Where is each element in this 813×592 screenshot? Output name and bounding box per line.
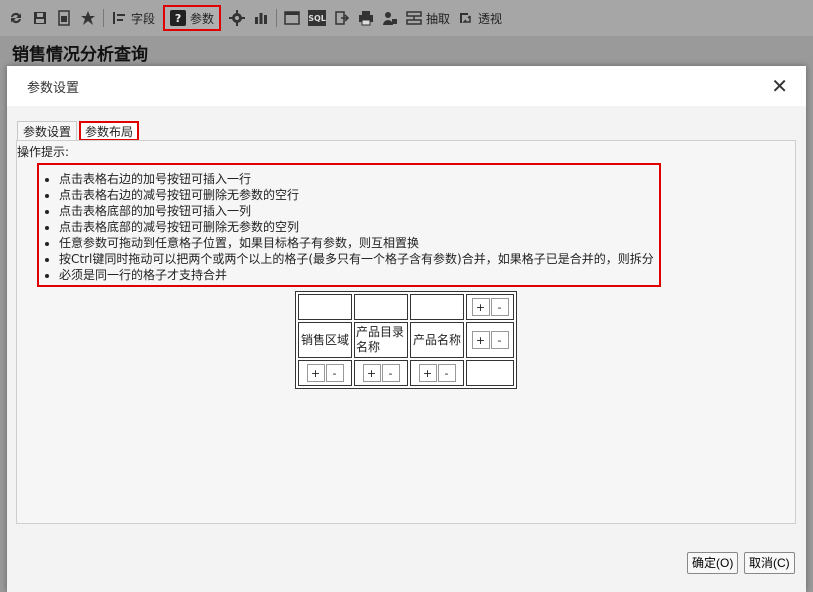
pivot-label: 透视: [478, 11, 503, 26]
row-controls: + -: [466, 294, 514, 320]
parameter-label: 参数: [190, 11, 215, 26]
save-button[interactable]: [28, 6, 52, 30]
grid-cell-product-name[interactable]: 产品名称: [410, 322, 464, 358]
parameter-icon: ?: [170, 10, 187, 26]
grid-corner-cell: [466, 360, 514, 386]
favorite-star-icon: [80, 10, 96, 26]
hint-item: 任意参数可拖动到任意格子位置，如果目标格子有参数，则互相置换: [59, 235, 659, 251]
chart-button[interactable]: [249, 6, 273, 30]
report-icon: [284, 10, 300, 26]
cancel-button[interactable]: 取消(C): [744, 552, 795, 574]
param-product-catalog: 产品目录名称: [356, 325, 405, 354]
hint-item: 点击表格右边的加号按钮可插入一行: [59, 171, 659, 187]
toolbar-separator: [103, 9, 104, 27]
dialog-header: 参数设置 ✕: [7, 66, 806, 106]
layout-panel: 操作提示: 点击表格右边的加号按钮可插入一行 点击表格右边的减号按钮可删除无参数…: [16, 140, 796, 524]
close-icon[interactable]: ✕: [771, 76, 788, 96]
hint-item: 点击表格底部的减号按钮可删除无参数的空列: [59, 219, 659, 235]
user-permission-icon: [382, 10, 398, 26]
favorite-button[interactable]: [76, 6, 100, 30]
pivot-button[interactable]: 透视: [454, 6, 506, 30]
settings-gear-icon: [229, 10, 246, 26]
toolbar-separator: [276, 9, 278, 27]
dialog-title: 参数设置: [27, 80, 80, 96]
delete-column-button[interactable]: -: [437, 364, 456, 382]
hint-item: 按Ctrl键同时拖动可以把两个或两个以上的格子(最多只有一个格子含有参数)合并，…: [59, 251, 659, 267]
grid-cell-product-catalog[interactable]: 产品目录名称: [354, 322, 408, 358]
fields-icon: [111, 10, 127, 26]
grid-cell-sales-region[interactable]: 销售区域: [298, 322, 352, 358]
hint-item: 点击表格底部的加号按钮可插入一列: [59, 203, 659, 219]
param-sales-region: 销售区域: [300, 332, 349, 347]
grid-cell-empty[interactable]: [410, 294, 464, 320]
save-as-button[interactable]: [52, 6, 76, 30]
layout-grid: + - 销售区域 产品目录名称 产品名称 + - + - + - + -: [295, 291, 517, 389]
hint-label: 操作提示:: [17, 145, 70, 159]
bar-chart-icon: [253, 10, 269, 26]
fields-label: 字段: [131, 11, 156, 26]
user-permission-button[interactable]: [378, 6, 402, 30]
main-toolbar: 字段 ? 参数 SQL 抽取 透视: [0, 0, 813, 36]
grid-cell-empty[interactable]: [298, 294, 352, 320]
column-controls: + -: [354, 360, 408, 386]
column-controls: + -: [410, 360, 464, 386]
param-product-name: 产品名称: [412, 332, 461, 347]
row-controls: + -: [466, 322, 514, 358]
column-controls: + -: [298, 360, 352, 386]
export-icon: [334, 10, 350, 26]
delete-row-button[interactable]: -: [490, 298, 509, 316]
save-as-icon: [56, 10, 72, 26]
page-title: 销售情况分析查询: [12, 45, 148, 65]
grid-cell-empty[interactable]: [354, 294, 408, 320]
dialog-tabs: 参数设置 参数布局: [17, 121, 141, 141]
extract-label: 抽取: [426, 11, 451, 26]
refresh-button[interactable]: [4, 6, 28, 30]
ok-button[interactable]: 确定(O): [687, 552, 739, 574]
sql-icon: SQL: [308, 10, 327, 26]
insert-column-button[interactable]: +: [306, 364, 325, 382]
parameter-button[interactable]: ? 参数: [163, 5, 222, 31]
extract-icon: [406, 10, 422, 26]
hint-item: 必须是同一行的格子才支持合并: [59, 267, 659, 283]
delete-column-button[interactable]: -: [325, 364, 344, 382]
print-icon: [358, 10, 374, 26]
insert-column-button[interactable]: +: [362, 364, 381, 382]
insert-row-button[interactable]: +: [471, 298, 490, 316]
fields-button[interactable]: 字段: [107, 6, 159, 30]
insert-column-button[interactable]: +: [418, 364, 437, 382]
extract-button[interactable]: 抽取: [402, 6, 454, 30]
export-button[interactable]: [330, 6, 354, 30]
refresh-icon: [8, 10, 24, 26]
print-button[interactable]: [354, 6, 378, 30]
tab-parameter-settings[interactable]: 参数设置: [17, 121, 78, 141]
delete-row-button[interactable]: -: [490, 331, 509, 349]
tab-parameter-layout[interactable]: 参数布局: [79, 121, 140, 141]
report-button[interactable]: [280, 6, 304, 30]
settings-button[interactable]: [225, 6, 249, 30]
pivot-icon: [458, 10, 474, 26]
save-icon: [32, 10, 48, 26]
parameter-settings-dialog: 参数设置 ✕ 参数设置 参数布局 操作提示: 点击表格右边的加号按钮可插入一行 …: [7, 66, 806, 592]
hint-item: 点击表格右边的减号按钮可删除无参数的空行: [59, 187, 659, 203]
delete-column-button[interactable]: -: [381, 364, 400, 382]
sql-button[interactable]: SQL: [304, 6, 330, 30]
hint-box: 点击表格右边的加号按钮可插入一行 点击表格右边的减号按钮可删除无参数的空行 点击…: [37, 163, 661, 287]
insert-row-button[interactable]: +: [471, 331, 490, 349]
